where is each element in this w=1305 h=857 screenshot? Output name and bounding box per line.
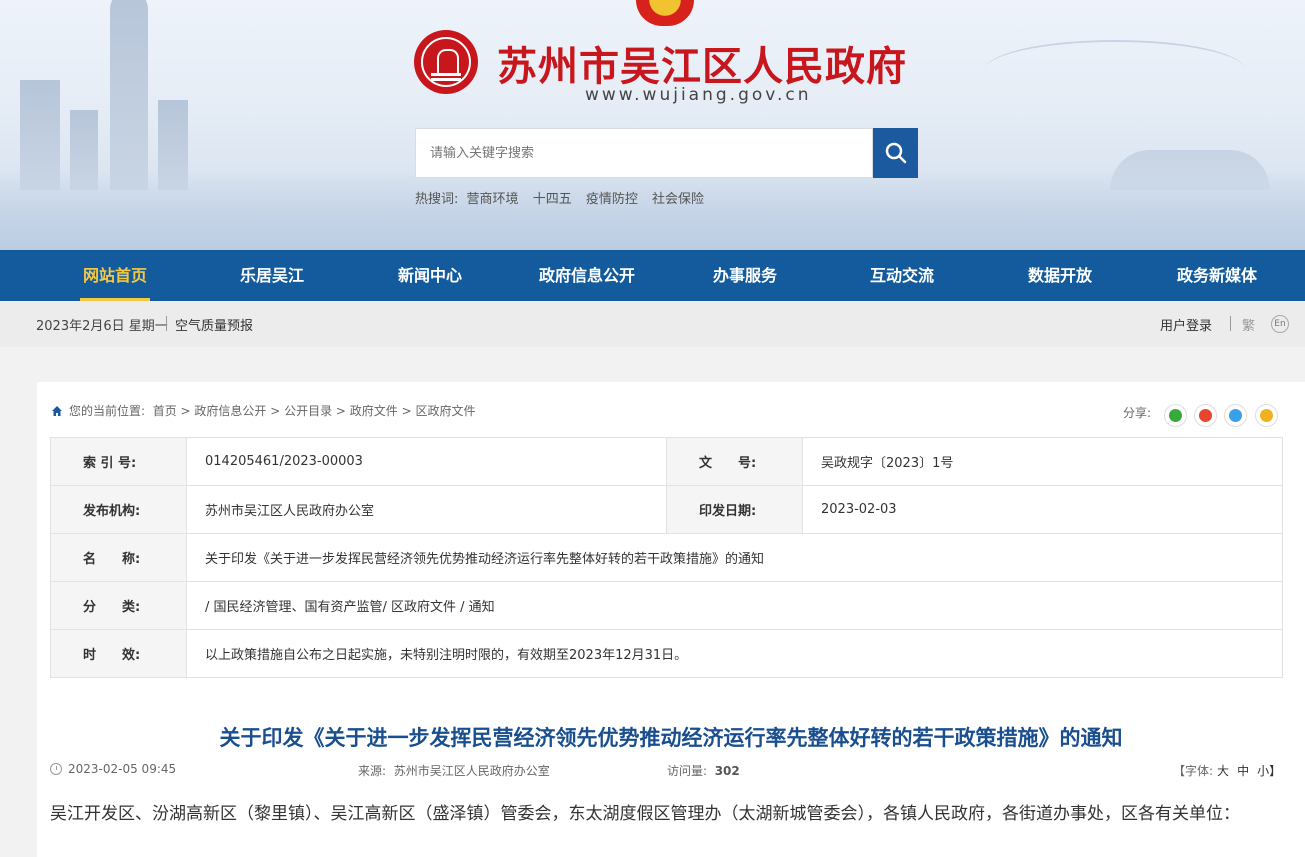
article-datetime: 2023-02-05 09:45 <box>50 762 176 776</box>
traditional-chinese-link[interactable]: 繁 <box>1242 315 1255 334</box>
qzone-icon[interactable] <box>1255 404 1278 427</box>
divider <box>166 316 167 331</box>
qq-icon[interactable] <box>1224 404 1247 427</box>
content-panel: 您的当前位置: 首页 > 政府信息公开 > 公开目录 > 政府文件 > 区政府文… <box>37 382 1305 857</box>
hot-search: 热搜词: 营商环境 十四五 疫情防控 社会保险 <box>415 188 714 207</box>
national-emblem <box>636 0 694 26</box>
hot-word-link[interactable]: 营商环境 <box>467 192 519 207</box>
font-size-control: 【字体: 大中小】 <box>1173 762 1285 779</box>
meta-value: 014205461/2023-00003 <box>186 437 667 486</box>
info-bar: 2023年2月6日 星期一 空气质量预报 用户登录 繁 <box>0 301 1305 347</box>
meta-label: 名 称: <box>50 533 187 582</box>
meta-value: 以上政策措施自公布之日起实施，未特别注明时限的，有效期至2023年12月31日。 <box>186 629 1283 678</box>
article-views: 访问量: 302 <box>667 762 740 779</box>
breadcrumb-link[interactable]: 公开目录 <box>284 404 332 418</box>
views-label: 访问量: <box>667 764 708 778</box>
share-label: 分享: <box>1123 406 1152 420</box>
breadcrumb-prefix: 您的当前位置: <box>69 404 146 418</box>
search-icon <box>885 142 906 164</box>
hot-word-link[interactable]: 疫情防控 <box>586 192 638 207</box>
table-row: 时 效: 以上政策措施自公布之日起实施，未特别注明时限的，有效期至2023年12… <box>50 629 1283 678</box>
source-value: 苏州市吴江区人民政府办公室 <box>393 764 550 778</box>
site-title[interactable]: 苏州市吴江区人民政府 <box>497 34 907 92</box>
nav-item-home[interactable]: 网站首页 <box>40 250 190 301</box>
breadcrumb-link[interactable]: 政府文件 <box>350 404 398 418</box>
wechat-icon[interactable] <box>1164 404 1187 427</box>
datetime-text: 2023-02-05 09:45 <box>68 762 177 776</box>
font-medium-button[interactable]: 中 <box>1237 764 1249 778</box>
article-source: 来源: 苏州市吴江区人民政府办公室 <box>358 762 550 779</box>
main-nav: 网站首页 乐居吴江 新闻中心 政府信息公开 办事服务 互动交流 数据开放 政务新… <box>0 250 1305 301</box>
city-building <box>110 0 148 190</box>
meta-value: 关于印发《关于进一步发挥民营经济领先优势推动经济运行率先整体好转的若干政策措施》… <box>186 533 1283 582</box>
table-row: 发布机构: 苏州市吴江区人民政府办公室 印发日期: 2023-02-03 <box>50 485 1283 534</box>
table-row: 索 引 号: 014205461/2023-00003 文 号: 吴政规字〔20… <box>50 437 1283 486</box>
site-logo-icon[interactable] <box>414 30 478 94</box>
current-date: 2023年2月6日 星期一 <box>36 319 168 334</box>
hot-word-link[interactable]: 社会保险 <box>652 192 704 207</box>
meta-value: 2023-02-03 <box>802 485 1283 534</box>
site-url: www.wujiang.gov.cn <box>585 85 812 105</box>
meta-value: / 国民经济管理、国有资产监管/ 区政府文件 / 通知 <box>186 581 1283 630</box>
font-small-button[interactable]: 小】 <box>1257 764 1281 778</box>
meta-label: 时 效: <box>50 629 187 678</box>
nav-item-open-data[interactable]: 数据开放 <box>985 250 1135 301</box>
breadcrumb-link[interactable]: 区政府文件 <box>416 404 476 418</box>
hot-word-link[interactable]: 十四五 <box>533 192 572 207</box>
meta-label: 分 类: <box>50 581 187 630</box>
table-row: 分 类: / 国民经济管理、国有资产监管/ 区政府文件 / 通知 <box>50 581 1283 630</box>
meta-value: 吴政规字〔2023〕1号 <box>802 437 1283 486</box>
english-icon[interactable]: En <box>1271 315 1289 333</box>
site-header: 苏州市吴江区人民政府 www.wujiang.gov.cn 热搜词: 营商环境 … <box>0 0 1305 250</box>
home-icon <box>52 406 62 416</box>
nav-item-news[interactable]: 新闻中心 <box>355 250 505 301</box>
air-quality-link[interactable]: 空气质量预报 <box>175 315 253 334</box>
water-decoration <box>0 170 1305 250</box>
divider <box>1230 316 1231 331</box>
clock-icon <box>50 763 62 775</box>
hot-search-label: 热搜词: <box>415 192 459 207</box>
user-login-link[interactable]: 用户登录 <box>1160 315 1212 334</box>
nav-item-interaction[interactable]: 互动交流 <box>827 250 977 301</box>
article-body: 吴江开发区、汾湖高新区（黎里镇）、吴江高新区（盛泽镇）管委会，东太湖度假区管理办… <box>50 804 1240 824</box>
weibo-icon[interactable] <box>1194 404 1217 427</box>
search-button[interactable] <box>873 128 918 178</box>
bridge-decoration <box>985 40 1245 100</box>
nav-item-new-media[interactable]: 政务新媒体 <box>1142 250 1292 301</box>
source-label: 来源: <box>358 764 387 778</box>
meta-label: 发布机构: <box>50 485 187 534</box>
views-value: 302 <box>714 764 740 778</box>
breadcrumb-link[interactable]: 首页 <box>153 404 177 418</box>
nav-item-living[interactable]: 乐居吴江 <box>197 250 347 301</box>
document-meta-table: 索 引 号: 014205461/2023-00003 文 号: 吴政规字〔20… <box>50 437 1283 678</box>
meta-label: 索 引 号: <box>50 437 187 486</box>
font-large-button[interactable]: 大 <box>1217 764 1229 778</box>
meta-label: 文 号: <box>666 437 803 486</box>
breadcrumb-link[interactable]: 政府信息公开 <box>194 404 266 418</box>
meta-value: 苏州市吴江区人民政府办公室 <box>186 485 667 534</box>
font-size-label: 【字体: <box>1173 764 1214 778</box>
table-row: 名 称: 关于印发《关于进一步发挥民营经济领先优势推动经济运行率先整体好转的若干… <box>50 533 1283 582</box>
nav-item-gov-info[interactable]: 政府信息公开 <box>512 250 662 301</box>
breadcrumb: 您的当前位置: 首页 > 政府信息公开 > 公开目录 > 政府文件 > 区政府文… <box>51 402 476 419</box>
article-title: 关于印发《关于进一步发挥民营经济领先优势推动经济运行率先整体好转的若干政策措施》… <box>219 726 1123 750</box>
nav-item-services[interactable]: 办事服务 <box>670 250 820 301</box>
search-input[interactable] <box>415 128 873 178</box>
meta-label: 印发日期: <box>666 485 803 534</box>
